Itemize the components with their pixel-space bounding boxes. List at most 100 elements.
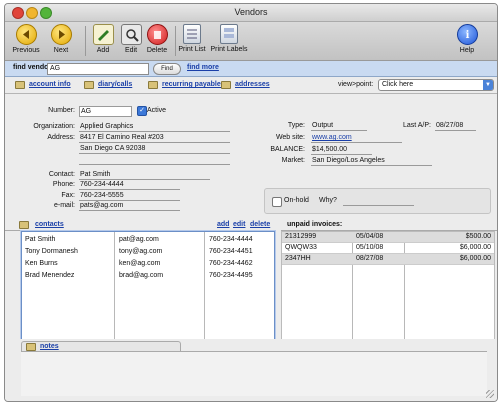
folder-icon xyxy=(221,81,231,89)
table-row[interactable]: Tony Dormanesh tony@ag.com 760-234-4451 xyxy=(22,246,274,258)
contact-field[interactable]: Pat Smith xyxy=(79,170,210,180)
market-label: Market: xyxy=(281,157,305,164)
invoices-title: unpaid invoices: xyxy=(287,221,343,228)
find-bar: find vendor: AG Find find more xyxy=(5,61,497,77)
table-row[interactable]: QWQW33 05/10/08 $6,000.00 xyxy=(282,243,494,254)
number-label: Number: xyxy=(48,107,75,114)
type-field[interactable]: Output xyxy=(311,121,367,131)
delete-button[interactable]: Delete xyxy=(144,24,170,54)
invoices-table: 21312999 05/04/08 $500.00 QWQW33 05/10/0… xyxy=(281,231,495,341)
invoice-number: 2347HH xyxy=(285,255,311,262)
last-ap-label: Last A/P: xyxy=(402,122,431,129)
table-row[interactable]: Ken Burns ken@ag.com 760-234-4462 xyxy=(22,258,274,270)
invoice-date: 08/27/08 xyxy=(356,255,384,262)
contact-phone: 760-234-4462 xyxy=(209,260,253,267)
toolbar-separator xyxy=(85,26,86,56)
contact-email: pat@ag.com xyxy=(119,236,159,243)
address-line3-field[interactable] xyxy=(79,155,230,165)
find-button[interactable]: Find xyxy=(153,63,181,75)
type-label: Type: xyxy=(287,122,305,129)
contact-name: Ken Burns xyxy=(25,260,58,267)
table-row[interactable]: Pat Smith pat@ag.com 760-234-4444 xyxy=(22,234,274,246)
previous-button[interactable]: Previous xyxy=(11,24,41,54)
notes-section: notes xyxy=(5,339,497,401)
address-label: Address: xyxy=(47,134,75,141)
viewpoint-select[interactable]: Click here ▼ xyxy=(378,79,494,91)
invoice-number: 21312999 xyxy=(285,233,317,240)
invoices-header: unpaid invoices: xyxy=(281,219,497,231)
address-line2-field[interactable]: San Diego CA 92038 xyxy=(79,144,230,154)
invoice-number: QWQW33 xyxy=(285,244,317,251)
invoice-amount: $6,000.00 xyxy=(459,255,491,262)
contact-email: tony@ag.com xyxy=(119,248,163,255)
trash-icon xyxy=(146,24,168,45)
resize-grip-icon[interactable] xyxy=(486,390,494,398)
folder-icon xyxy=(26,343,36,351)
find-more-link[interactable]: find more xyxy=(187,64,219,71)
contacts-title-link[interactable]: contacts xyxy=(35,221,64,228)
fax-field[interactable]: 760-234-5555 xyxy=(79,191,180,201)
active-checkbox[interactable]: ✓ xyxy=(137,106,147,116)
tab-account-info[interactable]: account info xyxy=(29,81,71,88)
email-label: e-mail: xyxy=(53,202,75,209)
title-bar: Vendors xyxy=(5,4,497,22)
balance-field: $14,500.00 xyxy=(311,145,372,155)
table-row[interactable]: 21312999 05/04/08 $500.00 xyxy=(282,232,494,243)
contacts-delete-link[interactable]: delete xyxy=(250,221,270,228)
vendors-window: Vendors Previous Next Add Edit Delete Pr… xyxy=(4,3,498,402)
print-list-icon xyxy=(183,24,201,44)
viewpoint-label: view>point: xyxy=(338,81,374,88)
print-labels-button[interactable]: Print Labels xyxy=(210,24,248,53)
market-field[interactable]: San Diego/Los Angeles xyxy=(311,156,432,166)
last-ap-field[interactable]: 08/27/08 xyxy=(435,121,476,131)
tab-diary-calls[interactable]: diary/calls xyxy=(98,81,132,88)
contact-phone: 760-234-4451 xyxy=(209,248,253,255)
why-field[interactable] xyxy=(343,196,414,206)
print-labels-icon xyxy=(220,24,238,44)
table-row[interactable]: 2347HH 08/27/08 $6,000.00 xyxy=(282,254,494,265)
contact-email: brad@ag.com xyxy=(119,272,164,279)
next-button[interactable]: Next xyxy=(49,24,73,54)
folder-icon xyxy=(148,81,158,89)
arrow-right-icon xyxy=(50,24,72,45)
contact-name: Tony Dormanesh xyxy=(25,248,78,255)
contact-name: Brad Menendez xyxy=(25,272,75,279)
website-link[interactable]: www.ag.com xyxy=(311,133,402,143)
contacts-table: Pat Smith pat@ag.com 760-234-4444 Tony D… xyxy=(21,231,275,341)
folder-icon xyxy=(15,81,25,89)
print-list-button[interactable]: Print List xyxy=(177,24,207,53)
tab-addresses[interactable]: addresses xyxy=(235,81,270,88)
folder-icon xyxy=(84,81,94,89)
contacts-edit-link[interactable]: edit xyxy=(233,221,245,228)
help-button[interactable]: i Help xyxy=(455,24,479,54)
contact-phone: 760-234-4444 xyxy=(209,236,253,243)
onhold-checkbox[interactable] xyxy=(272,197,282,207)
email-field[interactable]: pats@ag.com xyxy=(79,201,180,211)
table-row[interactable]: Brad Menendez brad@ag.com 760-234-4495 xyxy=(22,270,274,282)
edit-button[interactable]: Edit xyxy=(119,24,143,54)
tab-recurring-payables[interactable]: recurring payables xyxy=(162,81,225,88)
chevron-down-icon: ▼ xyxy=(483,80,493,90)
notes-area[interactable] xyxy=(21,351,487,396)
organization-field[interactable]: Applied Graphics xyxy=(79,122,230,132)
address-line1-field[interactable]: 8417 El Camino Real #203 xyxy=(79,133,230,143)
lower-panels: contacts add edit delete Pat Smith pat@a… xyxy=(5,219,497,341)
onhold-label: On-hold xyxy=(284,197,309,204)
toolbar: Previous Next Add Edit Delete Print List… xyxy=(5,22,497,61)
contacts-add-link[interactable]: add xyxy=(217,221,229,228)
invoice-amount: $500.00 xyxy=(465,233,491,240)
active-label: Active xyxy=(147,107,167,114)
add-button[interactable]: Add xyxy=(91,24,115,54)
phone-field[interactable]: 760-234-4444 xyxy=(79,180,180,190)
balance-label: BALANCE: xyxy=(270,146,305,153)
number-field[interactable]: AG xyxy=(79,106,132,117)
find-vendor-input[interactable]: AG xyxy=(47,63,149,75)
info-icon: i xyxy=(456,24,478,45)
invoice-date: 05/04/08 xyxy=(356,233,384,240)
svg-text:i: i xyxy=(465,30,469,41)
notes-title-link[interactable]: notes xyxy=(40,343,59,350)
vendor-form: Number: AG ✓ Active Organization: Applie… xyxy=(5,95,497,219)
onhold-panel: On-hold Why? xyxy=(264,188,491,214)
contacts-header: contacts add edit delete xyxy=(5,219,273,231)
invoice-date: 05/10/08 xyxy=(356,244,384,251)
